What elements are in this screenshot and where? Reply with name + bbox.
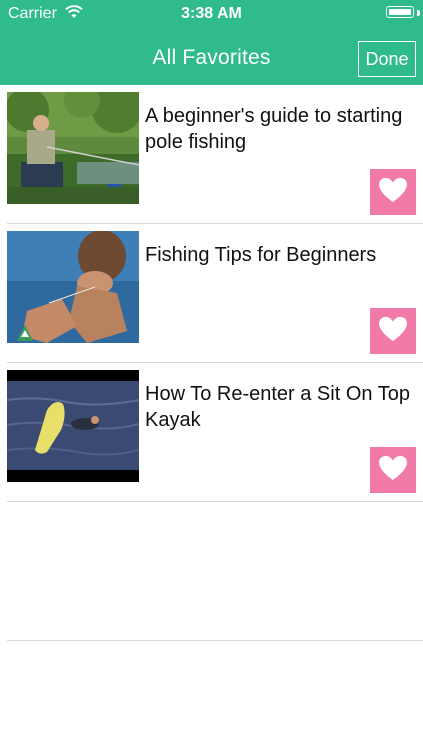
favorite-button[interactable] xyxy=(370,169,416,215)
thumbnail-hands-tying-fishing-hook[interactable] xyxy=(7,231,139,343)
heart-icon xyxy=(378,316,408,347)
thumbnail-man-fishing-by-lake[interactable] xyxy=(7,92,139,204)
thumbnail-yellow-kayak-in-water[interactable] xyxy=(7,370,139,482)
list-item[interactable]: Fishing Tips for Beginners xyxy=(7,224,423,363)
list-item[interactable]: A beginner's guide to starting pole fish… xyxy=(7,85,423,224)
heart-icon xyxy=(378,455,408,486)
done-button[interactable]: Done xyxy=(358,41,416,77)
favorite-title[interactable]: Fishing Tips for Beginners xyxy=(145,242,411,268)
favorite-title[interactable]: How To Re-enter a Sit On Top Kayak xyxy=(145,381,411,433)
clock: 3:38 AM xyxy=(181,5,242,22)
empty-list-row xyxy=(7,502,423,641)
navigation-header: Carrier 3:38 AM All Favorites Done xyxy=(0,0,423,85)
favorites-list: A beginner's guide to starting pole fish… xyxy=(0,85,423,641)
favorite-title[interactable]: A beginner's guide to starting pole fish… xyxy=(145,103,411,155)
status-bar: Carrier 3:38 AM xyxy=(0,0,423,28)
favorite-button[interactable] xyxy=(370,308,416,354)
battery-icon xyxy=(386,6,414,18)
list-item[interactable]: How To Re-enter a Sit On Top Kayak xyxy=(7,363,423,502)
favorite-button[interactable] xyxy=(370,447,416,493)
battery-tip xyxy=(417,10,420,16)
heart-icon xyxy=(378,177,408,208)
